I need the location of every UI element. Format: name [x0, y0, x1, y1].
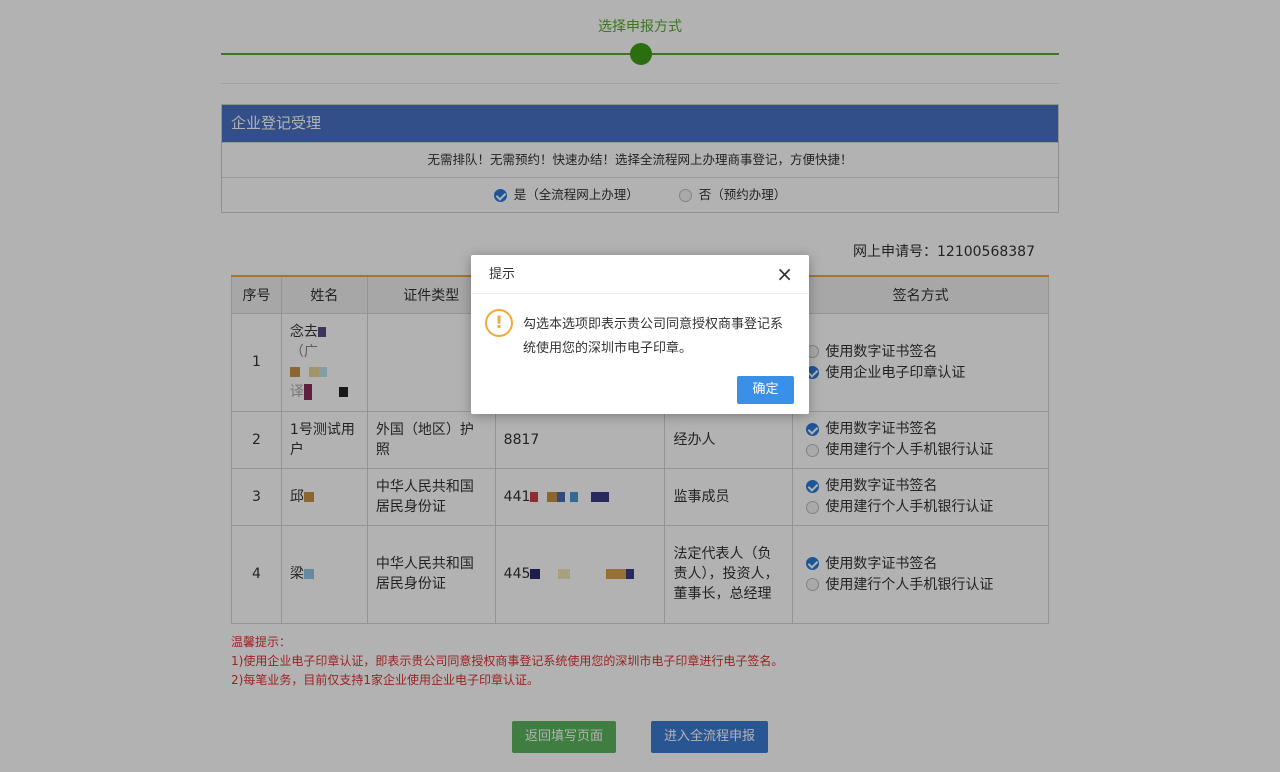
dialog-title: 提示 [471, 255, 809, 294]
close-icon[interactable]: × [776, 264, 793, 284]
confirm-button[interactable]: 确定 [737, 376, 794, 404]
warning-icon: ! [485, 309, 513, 337]
prompt-dialog: 提示 × ! 勾选本选项即表示贵公司同意授权商事登记系统使用您的深圳市电子印章。… [471, 255, 809, 414]
dialog-message: 勾选本选项即表示贵公司同意授权商事登记系统使用您的深圳市电子印章。 [523, 317, 784, 356]
